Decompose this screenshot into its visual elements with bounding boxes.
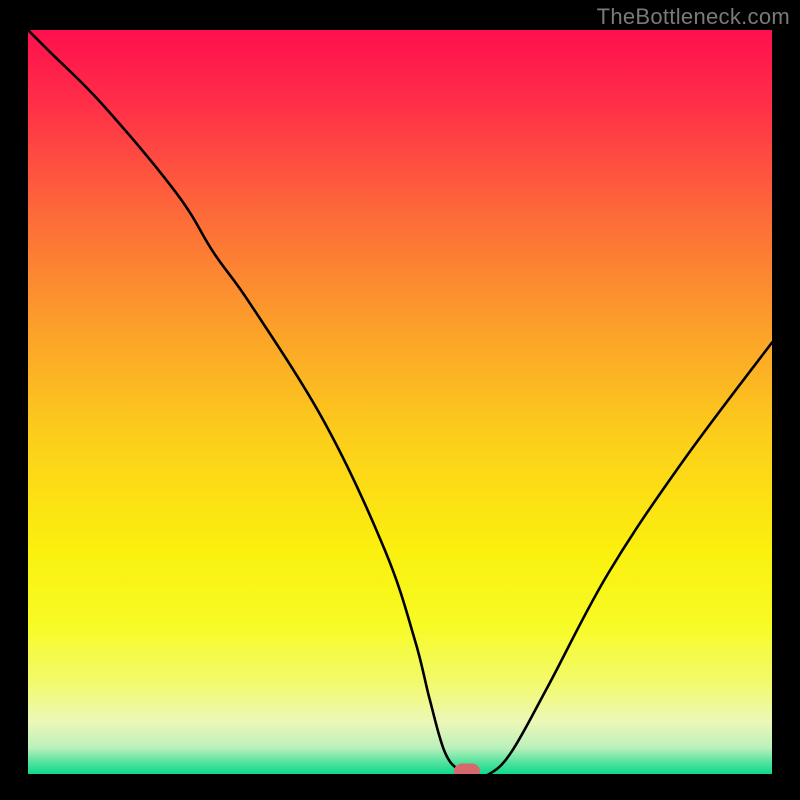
bottleneck-curve-chart: [28, 30, 772, 774]
plot-area: [28, 30, 772, 774]
optimal-point-marker: [454, 763, 480, 774]
chart-container: TheBottleneck.com: [0, 0, 800, 800]
gradient-background: [28, 30, 772, 774]
watermark-text: TheBottleneck.com: [597, 4, 790, 30]
